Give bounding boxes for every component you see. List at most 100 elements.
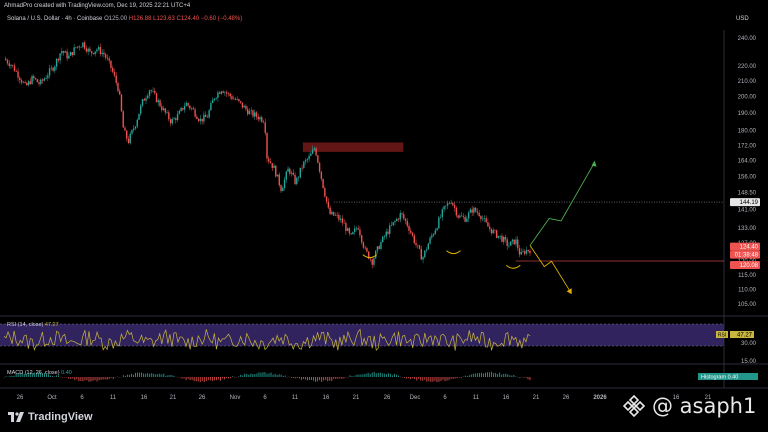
macd-histogram-bar [315,377,317,382]
candle-body [422,257,424,260]
candle-body [220,91,223,94]
candle-body [336,214,338,216]
price-tick-label: 210.00 [738,79,757,85]
candle-body [271,163,273,168]
ohlc-close: C124.40 [176,16,200,22]
candle-body [380,242,382,249]
candle-body [101,52,103,55]
candle-body [43,78,46,81]
price-tick-label: 105.00 [738,302,757,308]
candle-body [196,116,198,120]
candle-body [31,76,33,84]
candle-body [69,52,72,56]
macd-histogram-bar [371,372,373,377]
time-axis-label: 21 [170,395,177,401]
candle-body [89,48,91,52]
macd-histogram-bar [497,373,499,377]
candle-body [275,165,277,177]
candle-body [190,108,193,109]
candle-body [175,118,177,121]
macd-histogram-bar [191,377,193,380]
candle-body [483,218,486,219]
candle-body [145,98,147,101]
candle-body [353,228,356,232]
trading-chart[interactable]: 240.00 220.00 210.00 200.00 190.00 180.00 172.… [0,0,768,432]
macd-histogram-bar [294,377,296,379]
candle-body [411,232,414,236]
macd-histogram-bar [373,371,375,377]
candle-body [157,100,159,103]
candle-body [134,126,137,129]
candle-body [168,112,170,120]
candle-body [285,171,287,180]
candle-body [317,155,319,163]
macd-histogram-bar [195,377,197,382]
macd-histogram-bar [72,377,74,379]
candle-body [71,52,74,56]
rsi-axis-tag: RSI [718,333,726,339]
candle-body [310,153,312,156]
candle-body [231,96,233,99]
candle-body [508,245,510,247]
macd-histogram-bar [420,377,422,381]
currency-label[interactable]: USD [736,16,749,22]
candle-body [382,236,384,243]
candle-body [236,99,238,100]
candle-body [225,92,228,94]
symbol-name: Solana / U.S. Dollar · 4h · Coinbase [7,16,103,22]
candle-body [150,90,152,91]
candle-body [83,42,86,49]
candle-body [34,78,37,80]
time-axis-label: Dec [410,395,421,401]
symbol-legend[interactable]: Solana / U.S. Dollar · 4h · Coinbase O12… [7,16,242,22]
macd-histogram-bar [438,377,440,382]
macd-histogram-bar [379,372,381,377]
candle-body [204,114,207,117]
tradingview-logo[interactable]: TradingView [8,411,93,423]
bullish-arrowhead [591,160,597,167]
candle-body [17,71,19,78]
macd-histogram-bar [519,377,521,378]
ohlc-high: H126.88 [128,16,152,22]
candle-body [394,221,396,223]
candle-body [97,47,100,50]
macd-histogram-bar [11,375,13,377]
macd-histogram-bar [199,377,201,383]
macd-histogram-bar [365,373,367,377]
macd-histogram-bar [296,377,298,378]
candle-body [80,46,82,48]
rsi-tick-30: 30.00 [741,341,757,347]
candle-body [243,105,245,108]
macd-histogram-bar [100,377,102,380]
candle-body [15,71,17,72]
candle-body [476,211,479,213]
macd-histogram-bar [377,372,379,377]
candle-body [252,110,254,117]
candle-body [369,258,372,260]
candle-body [211,100,214,104]
macd-histogram-bar [404,377,406,378]
candle-body [26,82,28,86]
time-axis-label: 11 [292,395,299,401]
macd-histogram-bar [472,373,474,377]
candle-body [355,228,358,229]
candle-body [373,258,375,265]
macd-histogram-bar [242,375,244,377]
macd-histogram-bar [385,374,387,377]
macd-histogram-bar [349,375,351,377]
candle-body [110,60,112,69]
macd-histogram-bar [130,373,132,377]
price-tick-label: 141.00 [738,207,757,213]
macd-histogram-bar [92,377,94,381]
macd-histogram-bar [282,375,284,377]
candle-body [466,218,468,222]
macd-histogram-bar [244,373,246,377]
candle-body [292,172,294,175]
macd-histogram-bar [424,377,426,380]
candle-body [488,226,491,229]
candle-body [415,242,417,245]
candle-body [518,248,521,255]
candle-body [164,108,167,113]
macd-histogram-bar [489,372,491,377]
candle-body [389,225,391,234]
